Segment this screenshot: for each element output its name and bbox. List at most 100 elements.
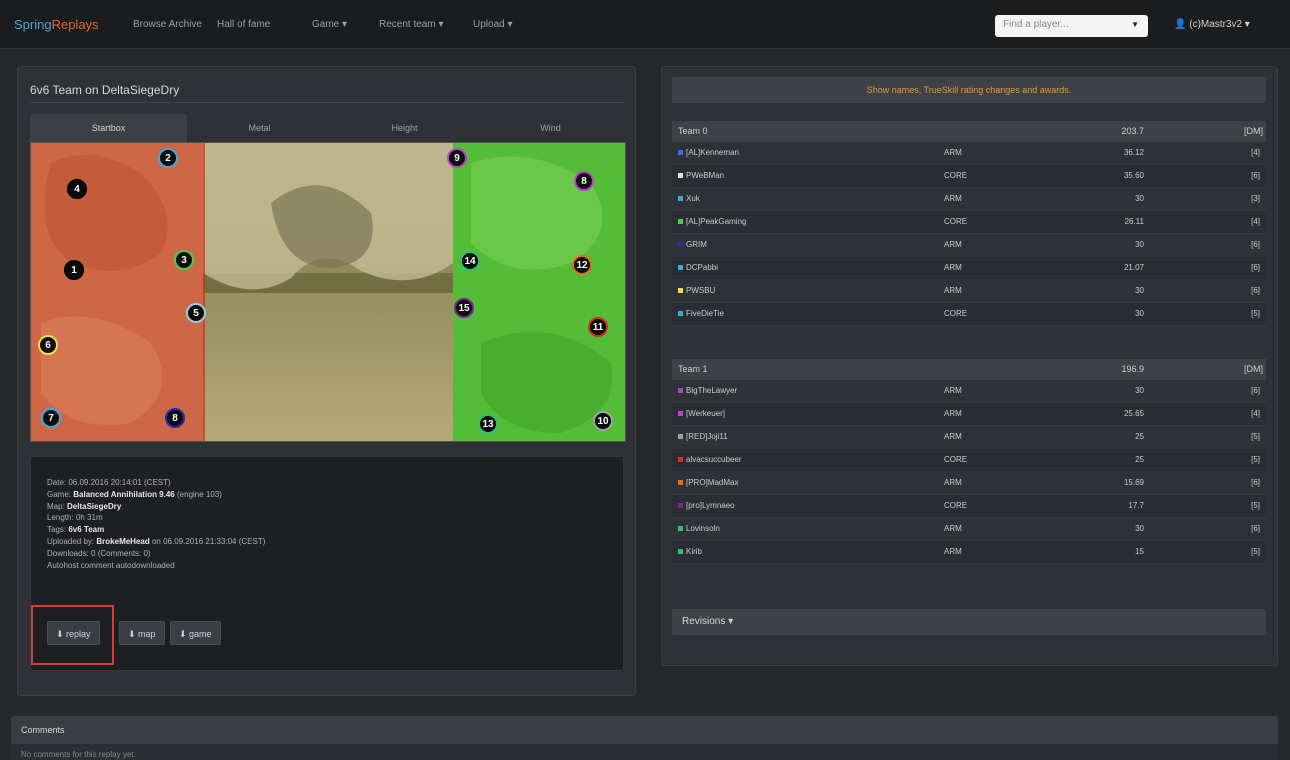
brand-part-2: Replays (51, 17, 99, 32)
player-color-swatch (678, 288, 683, 294)
player-name[interactable]: [PRO]MadMax (678, 472, 738, 494)
start-marker[interactable]: 15 (454, 298, 474, 318)
player-row: alvacsuccubeer CORE 25 [5] (672, 449, 1266, 472)
start-marker[interactable]: 11 (588, 317, 608, 337)
player-color-swatch (678, 219, 683, 225)
player-name[interactable]: [AL]PeakGaming (678, 211, 746, 233)
info-tags-value[interactable]: 6v6 Team (68, 525, 104, 534)
nav-hall-of-fame[interactable]: Hall of fame (217, 19, 270, 30)
player-trueskill: 26.11 (1124, 217, 1144, 226)
nav-browse-archive[interactable]: Browse Archive (133, 19, 202, 30)
player-trueskill: 30 (1135, 524, 1144, 533)
tab-metal[interactable]: Metal (187, 114, 332, 142)
info-game-label: Game: (47, 489, 72, 499)
player-name[interactable]: alvacsuccubeer (678, 449, 742, 471)
player-row: [AL]PeakGaming CORE 26.11 [4] (672, 211, 1266, 234)
user-name: (c)Mastr3v2 ▾ (1189, 19, 1250, 30)
player-trueskill: 25 (1135, 455, 1144, 464)
divider (30, 102, 624, 103)
player-color-swatch (678, 457, 683, 463)
start-marker[interactable]: 6 (38, 335, 58, 355)
player-name[interactable]: PWSBU (678, 280, 715, 302)
startbox-team-1 (453, 143, 625, 441)
start-marker[interactable]: 3 (174, 250, 194, 270)
start-marker[interactable]: 9 (447, 148, 467, 168)
player-name[interactable]: Xuk (678, 188, 700, 210)
player-dm: [6] (1251, 240, 1260, 249)
start-marker[interactable]: 1 (64, 260, 84, 280)
replay-details: Date: 06.09.2016 20:14:01 (CEST) Game: B… (47, 477, 265, 571)
player-name-text: BigTheLawyer (686, 386, 738, 395)
tab-height[interactable]: Height (332, 114, 477, 142)
tab-startbox[interactable]: Startbox (30, 114, 187, 142)
team-name: Team 0 (678, 126, 708, 136)
player-trueskill: 30 (1135, 309, 1144, 318)
player-dm: [6] (1251, 171, 1260, 180)
team-dm: [DM] (1244, 364, 1263, 374)
player-color-swatch (678, 196, 683, 202)
download-replay-button[interactable]: ⬇ replay (47, 621, 100, 645)
start-marker[interactable]: 2 (158, 148, 178, 168)
player-name[interactable]: BigTheLawyer (678, 380, 737, 402)
player-row: PWSBU ARM 30 [6] (672, 280, 1266, 303)
player-dm: [6] (1251, 286, 1260, 295)
nav-recent-team[interactable]: Recent team ▾ (379, 19, 444, 30)
user-menu[interactable]: 👤 (c)Mastr3v2 ▾ (1174, 19, 1250, 30)
player-name[interactable]: Kirib (678, 541, 702, 563)
player-name-text: [AL]Kenneman (686, 148, 739, 157)
tab-wind[interactable]: Wind (477, 114, 624, 142)
download-game-button[interactable]: ⬇ game (170, 621, 221, 645)
player-name[interactable]: FiveDieTie (678, 303, 724, 325)
player-faction: ARM (944, 286, 962, 295)
start-marker[interactable]: 5 (186, 303, 206, 323)
player-name[interactable]: [RED]Joji11 (678, 426, 728, 448)
player-name-text: [pro]Lymnaeo (686, 501, 735, 510)
brand-part-1: Spring (14, 17, 52, 32)
team-1-table: Team 1 196.9 [DM] BigTheLawyer ARM 30 [6] [W… (672, 359, 1266, 564)
info-game-value[interactable]: Balanced Annihilation 9.46 (73, 490, 175, 499)
download-map-button[interactable]: ⬇ map (119, 621, 165, 645)
player-name-text: Kirib (686, 547, 703, 556)
info-downloads: Downloads: 0 (Comments: 0) (47, 548, 151, 558)
match-title: 6v6 Team on DeltaSiegeDry (30, 83, 180, 97)
start-marker[interactable]: 4 (67, 179, 87, 199)
player-trueskill: 30 (1135, 286, 1144, 295)
player-name[interactable]: [Werkeuer] (678, 403, 725, 425)
player-faction: CORE (944, 455, 968, 464)
player-name-text: [Werkeuer] (686, 409, 725, 418)
start-marker[interactable]: 7 (41, 408, 61, 428)
player-name[interactable]: Lovinsoln (678, 518, 720, 540)
uploader-link[interactable]: BrokeMeHead (96, 537, 149, 546)
nav-upload[interactable]: Upload ▾ (473, 19, 513, 30)
start-marker[interactable]: 13 (478, 414, 498, 434)
info-uploaded-at: on 06.09.2016 21:33:04 (CEST) (151, 536, 266, 546)
info-length-label: Length: (47, 513, 74, 523)
player-trueskill: 30 (1135, 386, 1144, 395)
find-player-select[interactable]: Find a player... ▼ (995, 15, 1148, 37)
map-startbox-view[interactable]: 1 2 3 4 5 6 7 8 9 8 14 12 11 15 13 10 (30, 142, 626, 442)
start-marker[interactable]: 10 (593, 411, 613, 431)
info-map-value[interactable]: DeltaSiegeDry (67, 502, 121, 511)
player-dm: [4] (1251, 217, 1260, 226)
start-marker[interactable]: 12 (572, 255, 592, 275)
nav-game[interactable]: Game ▾ (312, 19, 347, 30)
player-name[interactable]: GRIM (678, 234, 707, 256)
player-name[interactable]: DCPabbi (678, 257, 718, 279)
brand-logo[interactable]: SpringReplays (14, 17, 99, 32)
revisions-dropdown[interactable]: Revisions ▾ (672, 609, 1266, 635)
show-names-toggle[interactable]: Show names, TrueSkill rating changes and… (672, 77, 1266, 103)
start-marker[interactable]: 8 (165, 408, 185, 428)
team-trueskill: 196.9 (1121, 364, 1144, 374)
player-color-swatch (678, 526, 683, 532)
player-name[interactable]: PWeBMan (678, 165, 724, 187)
player-name[interactable]: [pro]Lymnaeo (678, 495, 735, 517)
player-dm: [4] (1251, 409, 1260, 418)
player-name[interactable]: [AL]Kenneman (678, 142, 739, 164)
start-marker[interactable]: 14 (460, 251, 480, 271)
info-length: Length: 0h 31m (47, 512, 265, 524)
player-name-text: [AL]PeakGaming (686, 217, 747, 226)
player-faction: ARM (944, 194, 962, 203)
start-marker[interactable]: 8 (574, 171, 594, 191)
player-dm: [5] (1251, 547, 1260, 556)
player-trueskill: 36.12 (1123, 148, 1144, 157)
